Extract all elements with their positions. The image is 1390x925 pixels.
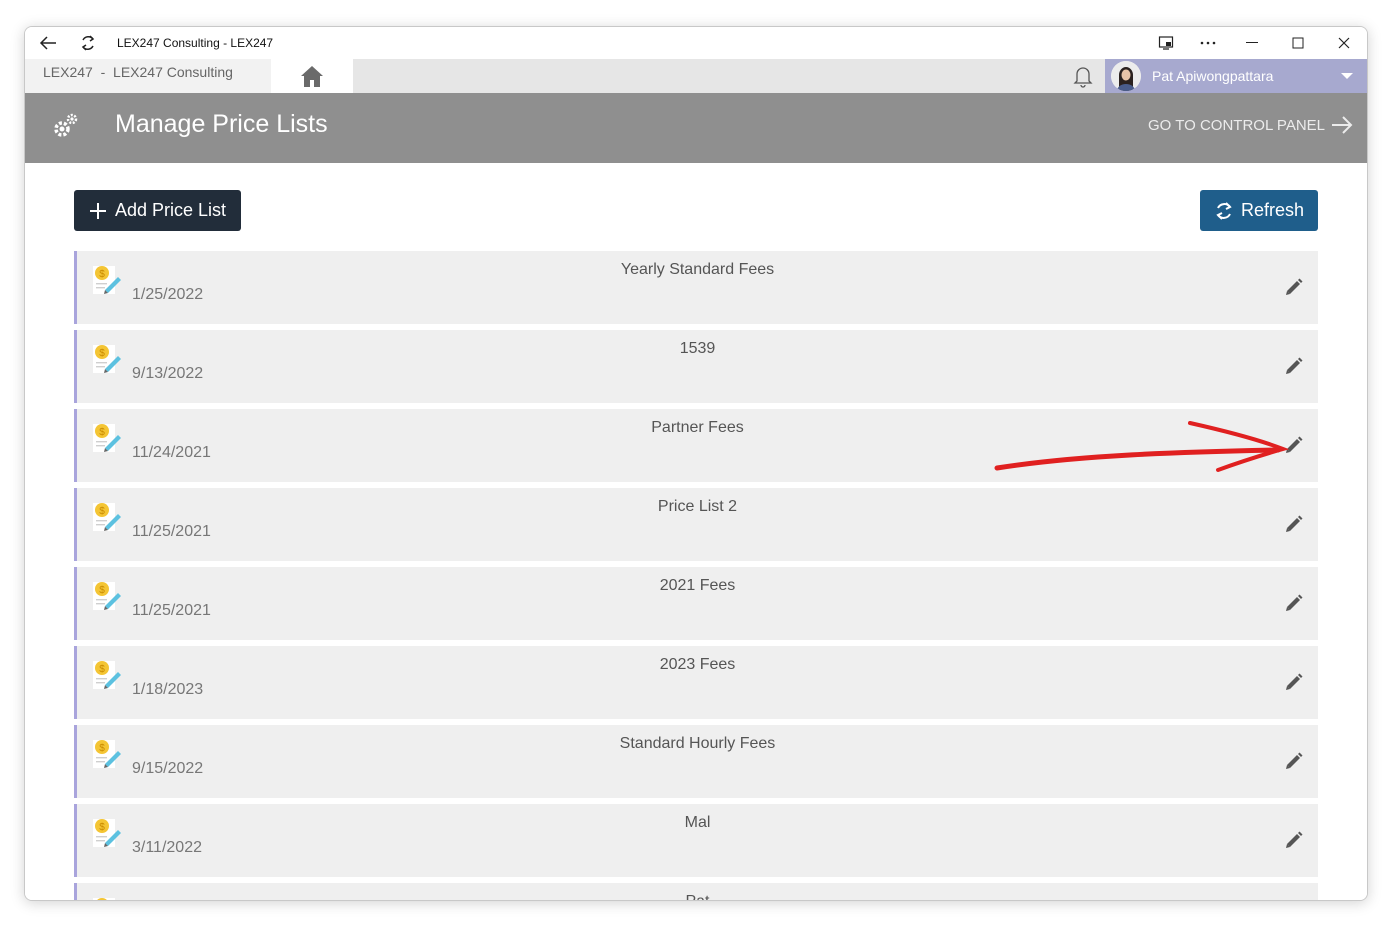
price-list-row[interactable]: $ 2021 Fees 11/25/2021 xyxy=(74,567,1318,640)
price-list-date: 1/18/2023 xyxy=(132,681,204,698)
notifications-button[interactable] xyxy=(1071,64,1095,93)
add-price-list-label: Add Price List xyxy=(114,200,227,220)
price-list-name: Partner Fees xyxy=(651,419,744,436)
price-list: $ Yearly Standard Fees 1/25/2022 $ 1539 … xyxy=(74,251,1318,900)
refresh-button[interactable]: Refresh xyxy=(1200,190,1318,231)
maximize-icon xyxy=(1292,37,1304,49)
edit-button[interactable] xyxy=(1284,356,1304,381)
reload-button[interactable] xyxy=(77,33,99,53)
price-list-date: 9/13/2022 xyxy=(132,365,204,382)
home-icon xyxy=(301,66,323,87)
price-list-row[interactable]: $ 2023 Fees 1/18/2023 xyxy=(74,646,1318,719)
user-avatar-icon xyxy=(1111,61,1141,91)
pencil-icon xyxy=(1286,752,1303,769)
avatar xyxy=(1111,61,1141,91)
refresh-icon xyxy=(81,35,95,51)
price-list-name: 1539 xyxy=(679,340,716,357)
price-list-date: 11/25/2021 xyxy=(132,602,211,619)
price-list-date: 9/15/2022 xyxy=(132,760,204,777)
maximize-button[interactable] xyxy=(1287,33,1309,53)
price-list-name: Pat xyxy=(77,893,1318,900)
price-list-row[interactable]: $ Yearly Standard Fees 1/25/2022 xyxy=(74,251,1318,324)
edit-button[interactable] xyxy=(1284,830,1304,855)
price-list-row[interactable]: $ Pat xyxy=(74,883,1318,900)
pencil-icon xyxy=(1286,278,1303,295)
price-list-date: 1/25/2022 xyxy=(132,286,204,303)
pencil-icon xyxy=(1286,436,1303,453)
user-menu[interactable]: Pat Apiwongpattara xyxy=(1105,59,1367,93)
plus-icon xyxy=(89,202,106,219)
more-options-button[interactable] xyxy=(1197,33,1219,53)
price-list-name: Yearly Standard Fees xyxy=(620,261,775,278)
close-button[interactable] xyxy=(1333,33,1355,53)
edit-button[interactable] xyxy=(1284,672,1304,697)
edit-button[interactable] xyxy=(1284,751,1304,776)
price-list-row[interactable]: $ 1539 9/13/2022 xyxy=(74,330,1318,403)
user-name: Pat Apiwongpattara xyxy=(1152,68,1274,84)
title-bar: LEX247 Consulting - LEX247 xyxy=(25,27,1367,59)
control-panel-label: GO TO CONTROL PANEL xyxy=(1148,116,1325,134)
price-list-row[interactable]: $ Partner Fees 11/24/2021 xyxy=(74,409,1318,482)
minimize-icon xyxy=(1246,42,1258,43)
back-button[interactable] xyxy=(37,33,59,53)
app-window: LEX247 Consulting - LEX247 LEX247 - LEX2… xyxy=(24,26,1368,901)
price-list-name: Price List 2 xyxy=(657,498,738,515)
gears-icon xyxy=(51,111,81,146)
price-list-name: Mal xyxy=(684,814,711,831)
home-button[interactable] xyxy=(271,59,353,93)
chevron-down-icon xyxy=(1341,73,1353,79)
pencil-icon xyxy=(1286,673,1303,690)
price-list-date: 3/11/2022 xyxy=(132,839,202,856)
close-icon xyxy=(1338,37,1350,49)
pencil-icon xyxy=(1286,594,1303,611)
pencil-icon xyxy=(1286,515,1303,532)
price-list-row[interactable]: $ Mal 3/11/2022 xyxy=(74,804,1318,877)
pencil-icon xyxy=(1286,831,1303,848)
edit-button[interactable] xyxy=(1284,514,1304,539)
tab-lex247-consulting[interactable]: LEX247 - LEX247 Consulting xyxy=(25,59,271,93)
pencil-icon xyxy=(1286,357,1303,374)
tab-bar: LEX247 - LEX247 Consulting Pat Apiwongpa… xyxy=(25,59,1367,93)
arrow-right-icon xyxy=(1332,116,1353,134)
bell-icon xyxy=(1073,67,1093,88)
price-list-row[interactable]: $ Price List 2 11/25/2021 xyxy=(74,488,1318,561)
edit-button[interactable] xyxy=(1284,277,1304,302)
cast-icon xyxy=(1158,36,1174,50)
main-content: Add Price List Refresh $ Yearly Standard… xyxy=(25,163,1367,900)
window-title: LEX247 Consulting - LEX247 xyxy=(117,36,274,50)
price-list-date: 11/24/2021 xyxy=(132,444,211,461)
refresh-icon xyxy=(1216,201,1232,220)
go-to-control-panel-link[interactable]: GO TO CONTROL PANEL xyxy=(1148,116,1353,134)
refresh-label: Refresh xyxy=(1240,200,1305,220)
cast-button[interactable] xyxy=(1155,33,1177,53)
page-title: Manage Price Lists xyxy=(115,110,328,138)
arrow-left-icon xyxy=(39,36,56,50)
more-icon xyxy=(1200,41,1216,45)
price-list-name: Standard Hourly Fees xyxy=(619,735,776,752)
edit-button[interactable] xyxy=(1284,435,1304,460)
edit-button[interactable] xyxy=(1284,593,1304,618)
page-header: Manage Price Lists GO TO CONTROL PANEL xyxy=(25,93,1367,163)
price-list-name: 2023 Fees xyxy=(659,656,736,673)
price-list-name: 2021 Fees xyxy=(659,577,736,594)
price-list-row[interactable]: $ Standard Hourly Fees 9/15/2022 xyxy=(74,725,1318,798)
add-price-list-button[interactable]: Add Price List xyxy=(74,190,241,231)
minimize-button[interactable] xyxy=(1241,33,1263,53)
price-list-date: 11/25/2021 xyxy=(132,523,211,540)
